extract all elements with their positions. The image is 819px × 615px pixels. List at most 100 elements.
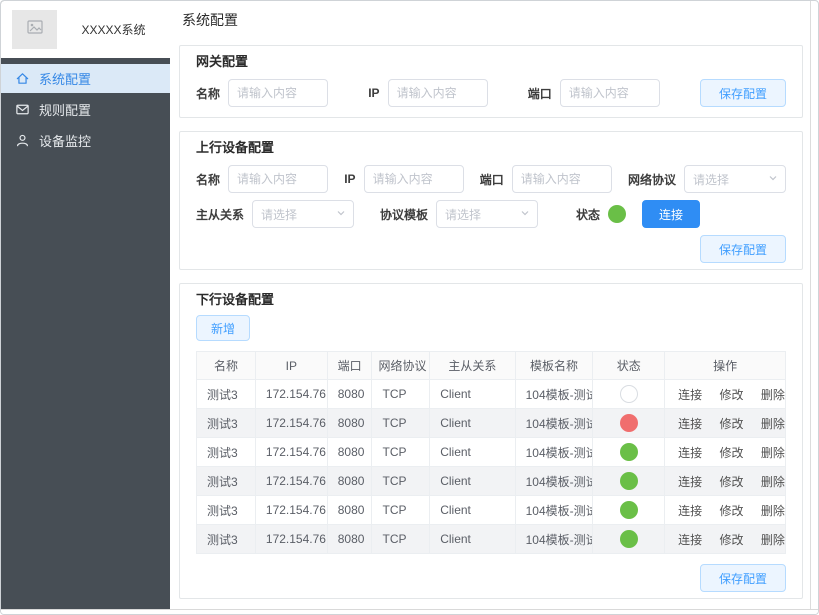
status-dot	[619, 414, 638, 432]
upstream-save-button[interactable]: 保存配置	[700, 235, 786, 263]
cell-actions: 连接 修改 删除	[664, 379, 786, 409]
modify-link[interactable]: 修改	[720, 417, 744, 431]
status-dot	[619, 385, 638, 403]
cell-status	[592, 408, 666, 438]
connect-link[interactable]: 连接	[678, 475, 702, 489]
status-dot	[619, 530, 638, 548]
cell-ip: 172.154.76.89	[254, 408, 328, 438]
status-dot	[619, 472, 638, 490]
cell-name: 测试3	[196, 408, 256, 438]
col-header-protocol: 网络协议	[371, 351, 431, 380]
connect-link[interactable]: 连接	[678, 388, 702, 402]
delete-link[interactable]: 删除	[761, 504, 785, 518]
cell-role: Client	[429, 524, 516, 554]
table-row: 测试3 172.154.76.89 8080 TCP Client 104模板-…	[196, 408, 786, 438]
cell-actions: 连接 修改 删除	[664, 437, 786, 467]
connect-link[interactable]: 连接	[678, 533, 702, 547]
upstream-name-input[interactable]	[228, 165, 329, 193]
gateway-ip-input[interactable]	[387, 79, 488, 107]
field-label: IP	[344, 172, 356, 186]
page-title: 系统配置	[182, 12, 238, 28]
cell-template: 104模板-测试1模板	[514, 495, 594, 525]
cell-role: Client	[429, 437, 516, 467]
sidebar-item-device-monitor[interactable]: 设备监控	[1, 126, 170, 155]
app-title: XXXXX系统	[81, 23, 146, 37]
chevron-down-icon	[768, 172, 778, 186]
connect-link[interactable]: 连接	[678, 417, 702, 431]
col-header-ip: IP	[254, 351, 328, 380]
logo-area: XXXXX系统	[1, 1, 170, 58]
sidebar-item-label: 规则配置	[39, 103, 92, 118]
cell-actions: 连接 修改 删除	[664, 408, 786, 438]
field-label: 主从关系	[196, 207, 245, 222]
upstream-template-select[interactable]: 请选择	[436, 200, 539, 228]
gateway-save-button[interactable]: 保存配置	[699, 79, 786, 107]
cell-ip: 172.154.76.89	[254, 466, 328, 496]
modify-link[interactable]: 修改	[720, 504, 744, 518]
cell-ip: 172.154.76.89	[254, 495, 328, 525]
sidebar-item-label: 系统配置	[39, 72, 92, 87]
image-icon	[26, 20, 43, 39]
section-title: 网关配置	[196, 54, 249, 69]
home-icon	[15, 71, 30, 86]
chevron-down-icon	[520, 207, 530, 221]
select-placeholder: 请选择	[693, 172, 730, 187]
col-header-template: 模板名称	[514, 351, 594, 380]
cell-role: Client	[429, 466, 516, 496]
col-header-role: 主从关系	[429, 351, 516, 380]
cell-port: 8080	[326, 379, 373, 409]
delete-link[interactable]: 删除	[761, 388, 785, 402]
gateway-name-input[interactable]	[228, 79, 329, 107]
cell-actions: 连接 修改 删除	[664, 466, 786, 496]
delete-link[interactable]: 删除	[761, 533, 785, 547]
upstream-connect-button[interactable]: 连接	[642, 200, 701, 228]
upstream-port-input[interactable]	[511, 165, 612, 193]
gateway-port-input[interactable]	[559, 79, 660, 107]
add-device-button[interactable]: 新增	[196, 315, 250, 341]
cell-port: 8080	[326, 466, 373, 496]
delete-link[interactable]: 删除	[761, 417, 785, 431]
cell-template: 104模板-测试1模板	[514, 524, 594, 554]
field-label: 端口	[479, 172, 504, 187]
cell-status	[592, 437, 666, 467]
sidebar-item-rule-config[interactable]: 规则配置	[1, 95, 170, 124]
sidebar-item-system-config[interactable]: 系统配置	[1, 64, 170, 93]
sidebar-item-label: 设备监控	[39, 134, 92, 149]
cell-name: 测试3	[196, 495, 256, 525]
delete-link[interactable]: 删除	[761, 446, 785, 460]
cell-template: 104模板-测试1模板	[514, 379, 594, 409]
field-label: 状态	[576, 207, 601, 222]
cell-status	[592, 379, 666, 409]
modify-link[interactable]: 修改	[720, 533, 744, 547]
cell-template: 104模板-测试1模板	[514, 437, 594, 467]
downstream-save-button[interactable]: 保存配置	[700, 564, 786, 592]
cell-role: Client	[429, 408, 516, 438]
connect-link[interactable]: 连接	[678, 446, 702, 460]
cell-name: 测试3	[196, 437, 256, 467]
modify-link[interactable]: 修改	[720, 475, 744, 489]
status-dot	[619, 501, 638, 519]
modify-link[interactable]: 修改	[720, 446, 744, 460]
table-header-row: 名称 IP 端口 网络协议 主从关系 模板名称 状态 操作	[196, 351, 786, 380]
cell-port: 8080	[326, 408, 373, 438]
cell-ip: 172.154.76.89	[254, 437, 328, 467]
upstream-ip-input[interactable]	[363, 165, 464, 193]
gateway-config-section: 网关配置 名称 IP 端口 保存配置	[179, 45, 803, 118]
cell-status	[592, 466, 666, 496]
table-row: 测试3 172.154.76.89 8080 TCP Client 104模板-…	[196, 495, 786, 525]
chevron-down-icon	[336, 207, 346, 221]
cell-protocol: TCP	[371, 379, 431, 409]
modify-link[interactable]: 修改	[720, 388, 744, 402]
upstream-protocol-select[interactable]: 请选择	[684, 165, 786, 193]
section-title: 下行设备配置	[196, 292, 275, 307]
cell-port: 8080	[326, 437, 373, 467]
app-window: XXXXX系统 系统配置 规则配置 设备监控 系统配置 网关配置 名称 请输入内…	[0, 0, 819, 615]
cell-name: 测试3	[196, 379, 256, 409]
status-dot	[619, 443, 638, 461]
delete-link[interactable]: 删除	[761, 475, 785, 489]
table-row: 测试3 172.154.76.89 8080 TCP Client 104模板-…	[196, 524, 786, 554]
upstream-config-section: 上行设备配置 名称 IP 端口 网络协议 请选择	[179, 131, 803, 270]
cell-actions: 连接 修改 删除	[664, 524, 786, 554]
upstream-role-select[interactable]: 请选择	[252, 200, 355, 228]
connect-link[interactable]: 连接	[678, 504, 702, 518]
